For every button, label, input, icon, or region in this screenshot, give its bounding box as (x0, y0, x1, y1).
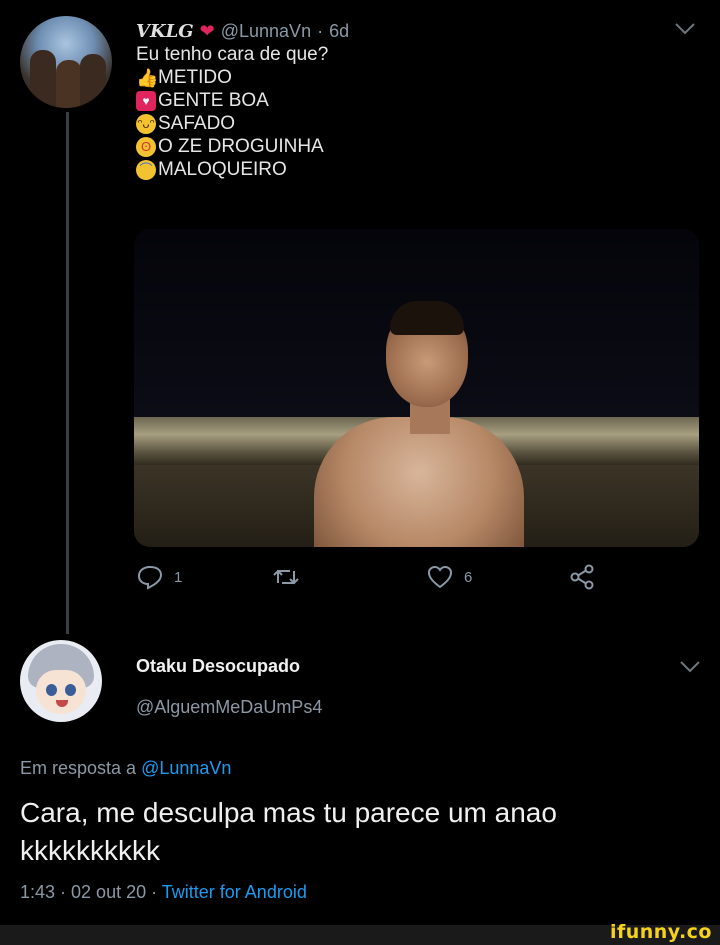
share-button[interactable] (568, 563, 596, 591)
option-label: SAFADO (158, 113, 236, 134)
user-handle[interactable]: @AlguemMeDaUmPs4 (136, 697, 322, 718)
laughing-icon: ᵔᴗᵔ (136, 113, 156, 134)
option-line: 👍 METIDO (136, 66, 676, 89)
option-line: ʘ O ZE DROGUINHA (136, 135, 676, 158)
user-handle[interactable]: @LunnaVn (221, 20, 311, 43)
reply-count: 1 (174, 568, 183, 586)
chevron-down-icon[interactable] (674, 22, 696, 36)
replying-prefix: Em resposta a (20, 758, 142, 778)
ifunny-watermark: ifunny.co (609, 921, 712, 943)
reply-tweet-text: Cara, me desculpa mas tu parece um anao … (20, 797, 557, 866)
heart-icon: ❤ (199, 21, 215, 41)
tweet-photo[interactable] (134, 229, 699, 547)
separator-dot: · (317, 21, 324, 41)
tweet-actions: 1 6 (136, 563, 606, 597)
option-label: O ZE DROGUINHA (158, 136, 324, 157)
tweet-text-intro: Eu tenho cara de que? (136, 44, 329, 65)
timestamp[interactable]: 6d (329, 20, 349, 43)
option-line: ⌒ MALOQUEIRO (136, 158, 676, 181)
heart-emoji-icon: ♥ (136, 90, 156, 111)
option-label: MALOQUEIRO (158, 159, 287, 180)
reply-button[interactable]: 1 (136, 563, 182, 591)
display-name[interactable]: Otaku Desocupado (136, 656, 300, 677)
tweet-timestamp[interactable]: 1:43 · 02 out 20 · (20, 882, 162, 902)
thread-connector-line (66, 112, 69, 634)
heart-icon (427, 565, 453, 589)
display-name[interactable]: VKLG (136, 20, 194, 43)
option-label: METIDO (158, 67, 232, 88)
tweet-header: VKLG ❤ @LunnaVn · 6d (136, 20, 676, 43)
avatar[interactable] (20, 640, 102, 722)
reply-icon (137, 565, 163, 590)
source-link[interactable]: Twitter for Android (162, 882, 307, 902)
avatar[interactable] (20, 16, 112, 108)
option-label: GENTE BOA (158, 90, 269, 111)
replying-to: Em resposta a @LunnaVn (20, 758, 231, 779)
chevron-down-icon[interactable] (679, 660, 701, 674)
option-line: ♥ GENTE BOA (136, 89, 676, 112)
original-tweet: VKLG ❤ @LunnaVn · 6d Eu tenho cara de que… (136, 20, 676, 181)
share-icon (570, 564, 594, 590)
worried-icon: ⌒ (136, 159, 156, 180)
mention-link[interactable]: @LunnaVn (141, 758, 231, 778)
tweet-meta: 1:43 · 02 out 20 · Twitter for Android (20, 882, 307, 903)
option-line: ᵔᴗᵔ SAFADO (136, 112, 676, 135)
retweet-icon (273, 569, 299, 585)
retweet-button[interactable] (272, 563, 310, 591)
flushed-icon: ʘ (136, 136, 156, 157)
like-count: 6 (464, 568, 473, 586)
thumbs-up-icon: 👍 (136, 67, 159, 88)
like-button[interactable]: 6 (426, 563, 472, 591)
